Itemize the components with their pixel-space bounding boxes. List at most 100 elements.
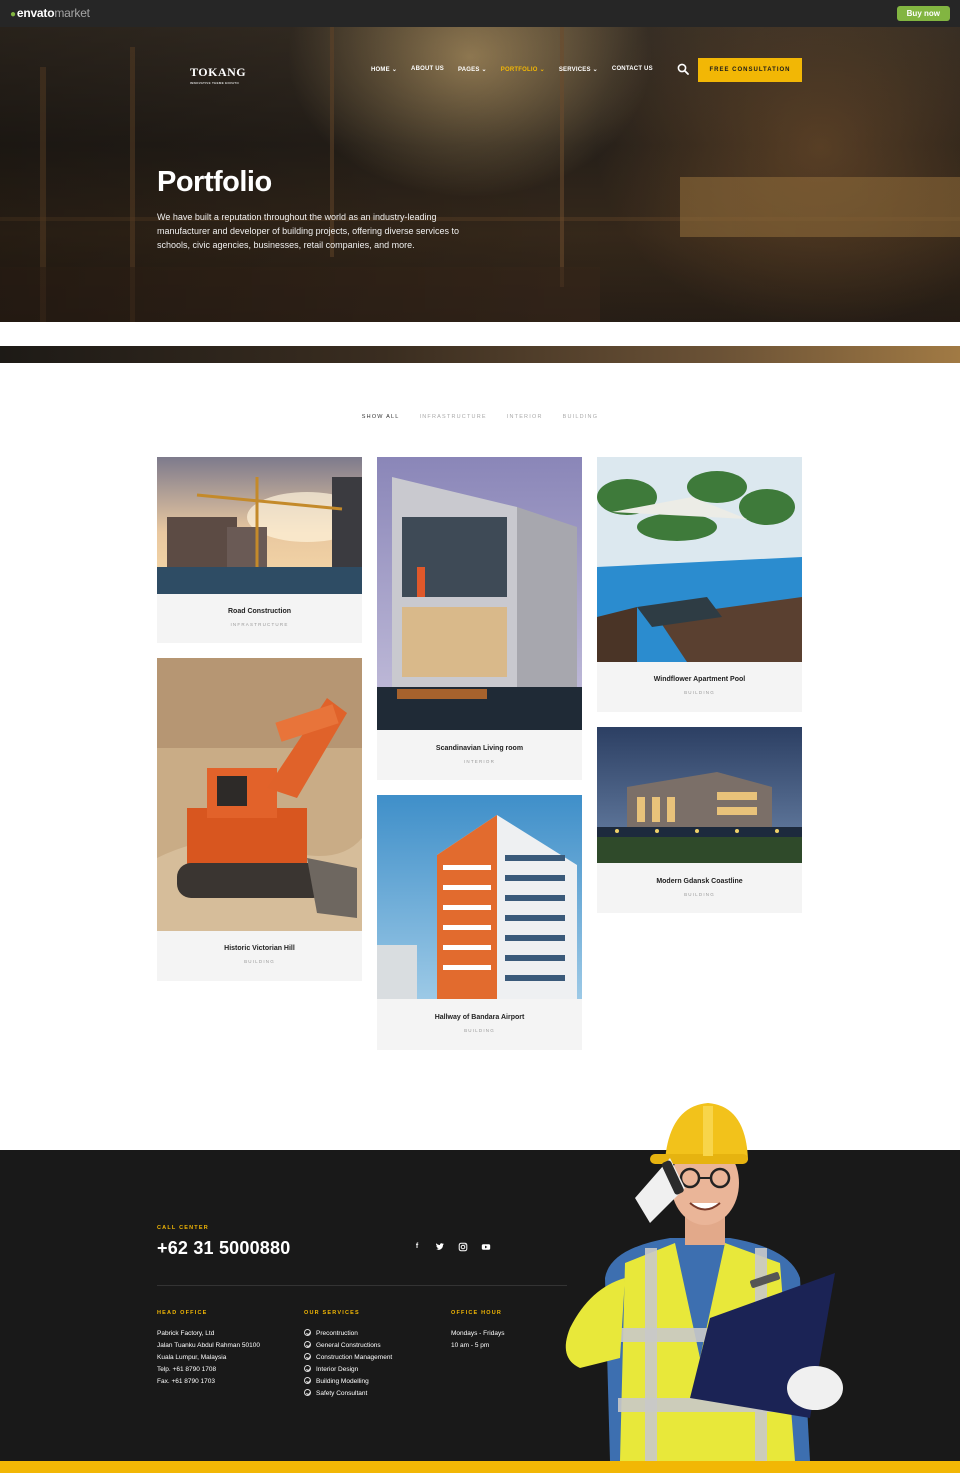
project-title: Scandinavian Living room [435,745,524,752]
main-nav: HOME ⌄ ABOUT US PAGES ⌄ PORTFOLIO ⌄ SERVICE… [371,66,667,73]
check-circle-icon [304,1341,311,1348]
footer-accent-bar [0,1461,960,1473]
portfolio-filters: SHOW ALL INFRASTRUCTURE INTERIOR BUILDIN… [0,414,960,420]
check-circle-icon [304,1377,311,1384]
envato-market-bar: ●envatomarket Buy now [0,0,960,27]
envato-market-text: market [54,6,90,20]
nav-label: SERVICES [558,67,591,73]
check-circle-icon [304,1329,311,1336]
project-title: Windflower Apartment Pool [653,676,746,683]
facebook-icon[interactable]: f [412,1242,422,1252]
check-circle-icon [304,1353,311,1360]
address-line: Jalan Tuanku Abdul Rahman 50100 [157,1342,260,1349]
nav-contact-us[interactable]: CONTACT US [612,66,653,73]
fax-line: Fax. +61 8790 1703 [157,1378,216,1385]
brand-name: TOKANG [190,65,247,79]
envato-logo[interactable]: ●envatomarket [10,6,90,20]
service-item[interactable]: General Constructions [304,1340,392,1352]
check-circle-icon [304,1365,311,1372]
portfolio-card-road-construction[interactable]: Road Construction INFRASTRUCTURE [157,457,362,643]
project-title: Historic Victorian Hill [224,945,295,952]
call-center-phone[interactable]: +62 31 5000880 [157,1238,290,1259]
nav-portfolio[interactable]: PORTFOLIO ⌄ [501,66,545,73]
service-label: General Constructions [316,1342,381,1349]
chevron-down-icon: ⌄ [391,67,398,73]
office-days: Mondays - Fridays [451,1330,505,1337]
project-category: INTERIOR [463,759,496,764]
youtube-icon[interactable] [481,1242,491,1252]
filter-infrastructure[interactable]: INFRASTRUCTURE [420,414,487,420]
brand-tagline: INNOVATIVE THEME ENVATO [190,81,239,85]
nav-home[interactable]: HOME ⌄ [371,66,397,73]
our-services-label: OUR SERVICES [304,1310,360,1316]
buy-now-button[interactable]: Buy now [896,6,950,21]
filter-show-all[interactable]: SHOW ALL [362,414,400,420]
head-office-label: HEAD OFFICE [157,1310,208,1316]
nav-label: ABOUT US [411,66,444,72]
service-item[interactable]: Construction Management [304,1352,392,1364]
office-time: 10 am - 5 pm [451,1342,490,1349]
project-category: BUILDING [684,690,715,695]
project-category: BUILDING [684,892,715,897]
leaf-icon: ● [10,9,16,20]
construction-worker-image [565,1103,843,1461]
call-center-label: CALL CENTER [157,1225,209,1231]
chevron-down-icon: ⌄ [592,67,598,73]
page-title: Portfolio [157,166,272,198]
excavator-image [157,658,362,931]
service-item[interactable]: Precontruction [304,1328,392,1340]
footer-divider [157,1285,567,1286]
hero-description: We have built a reputation throughout th… [157,212,460,250]
nav-label: CONTACT US [611,66,653,72]
project-category: INFRASTRUCTURE [230,622,289,627]
service-label: Precontruction [316,1330,358,1337]
head-office-list: Pabrick Factory, Ltd Jalan Tuanku Abdul … [157,1328,260,1388]
portfolio-card-hallway-bandara-airport[interactable]: Hallway of Bandara Airport BUILDING [377,795,582,1050]
office-hour-label: OFFICE HOUR [451,1310,503,1316]
chevron-down-icon: ⌄ [539,67,545,73]
check-circle-icon [304,1389,311,1396]
service-label: Construction Management [316,1354,393,1361]
telephone-line: Telp. +61 8790 1708 [157,1366,217,1373]
service-label: Safety Consultant [316,1390,368,1397]
hero-bottom-strip [0,346,960,363]
nav-label: PORTFOLIO [500,67,538,73]
pool-image [597,457,802,662]
nav-about-us[interactable]: ABOUT US [411,66,444,73]
nav-services[interactable]: SERVICES ⌄ [559,66,598,73]
site-logo[interactable]: TOKANG INNOVATIVE THEME ENVATO [190,65,246,85]
search-icon[interactable] [677,63,689,75]
service-item[interactable]: Safety Consultant [304,1388,392,1400]
address-line: Kuala Lumpur, Malaysia [157,1354,227,1361]
nav-label: HOME [371,67,390,73]
road-construction-image [157,457,362,594]
project-title: Hallway of Bandara Airport [434,1014,525,1021]
project-title: Road Construction [228,608,291,615]
project-category: BUILDING [244,959,275,964]
chevron-down-icon: ⌄ [481,67,487,73]
nav-pages[interactable]: PAGES ⌄ [458,66,487,73]
portfolio-card-windflower-apartment-pool[interactable]: Windflower Apartment Pool BUILDING [597,457,802,712]
social-links: f [412,1242,491,1252]
envato-logo-text: envato [16,6,55,20]
service-label: Building Modelling [316,1378,369,1385]
portfolio-card-historic-victorian-hill[interactable]: Historic Victorian Hill BUILDING [157,658,362,981]
service-item[interactable]: Interior Design [304,1364,392,1376]
office-hour-list: Mondays - Fridays 10 am - 5 pm [451,1328,504,1352]
services-list: Precontruction General Constructions Con… [304,1328,392,1400]
portfolio-card-scandinavian-living-room[interactable]: Scandinavian Living room INTERIOR [377,457,582,780]
free-consultation-button[interactable]: FREE CONSULTATION [698,58,802,82]
filter-interior[interactable]: INTERIOR [507,414,543,420]
filter-building[interactable]: BUILDING [563,414,599,420]
service-label: Interior Design [316,1366,359,1373]
project-title: Modern Gdansk Coastline [656,878,743,885]
twitter-icon[interactable] [435,1242,445,1252]
portfolio-card-modern-gdansk-coastline[interactable]: Modern Gdansk Coastline BUILDING [597,727,802,913]
modern-house-image [377,457,582,730]
tower-building-image [377,795,582,999]
instagram-icon[interactable] [458,1242,468,1252]
address-line: Pabrick Factory, Ltd [157,1330,215,1337]
service-item[interactable]: Building Modelling [304,1376,392,1388]
nav-label: PAGES [457,67,480,73]
gdansk-building-image [597,727,802,863]
